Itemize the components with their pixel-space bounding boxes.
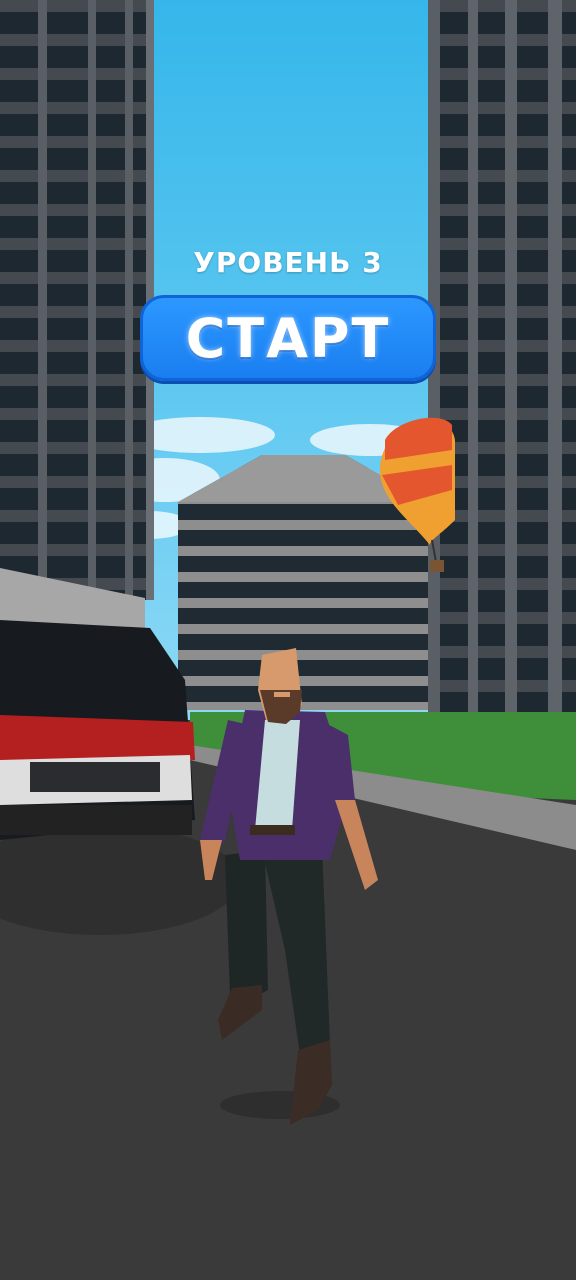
game-scene (0, 0, 576, 1280)
left-tower (0, 0, 154, 600)
start-button-label: СТАРТ (185, 306, 391, 370)
level-label: УРОВЕНЬ 3 (193, 246, 383, 279)
right-tower (428, 0, 576, 728)
start-button[interactable]: СТАРТ (140, 295, 436, 381)
